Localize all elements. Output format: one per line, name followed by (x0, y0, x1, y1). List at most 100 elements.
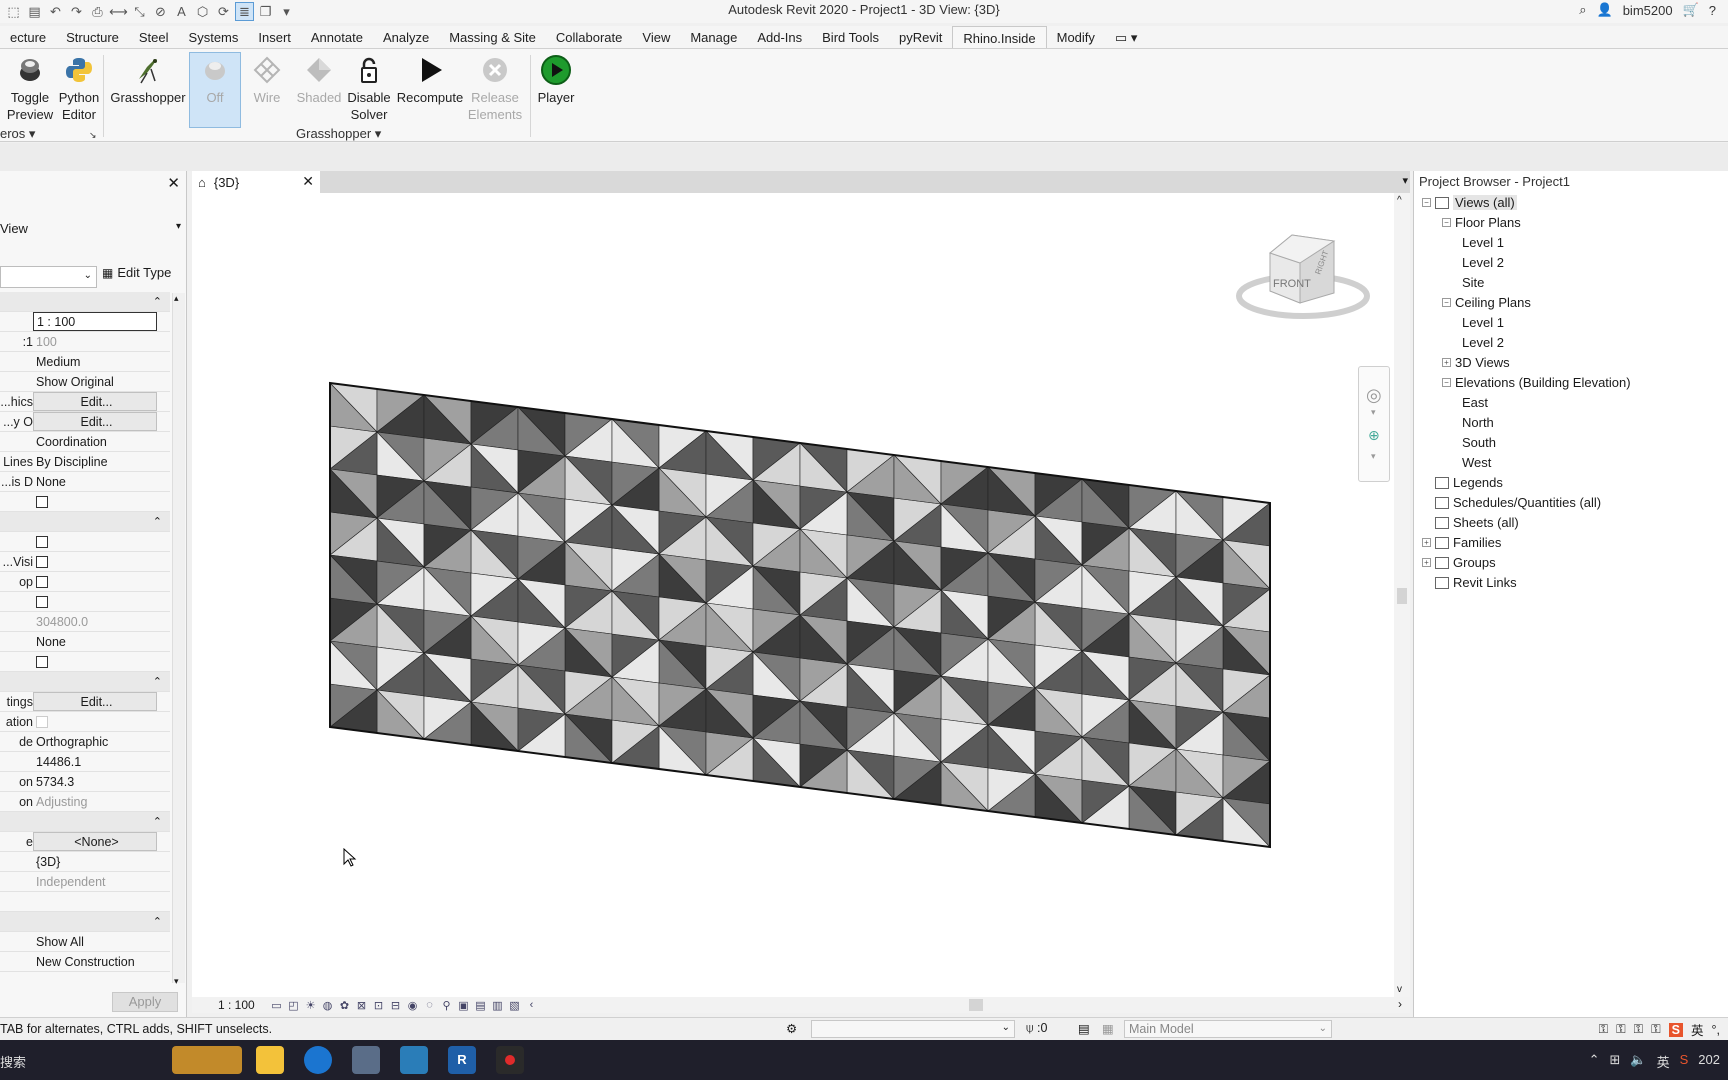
ribbon-tab-systems[interactable]: Systems (179, 26, 249, 48)
h-scroll-thumb[interactable] (969, 999, 983, 1011)
collapse-icon[interactable]: ⌃ (153, 295, 162, 308)
property-value[interactable]: Medium (33, 352, 157, 371)
property-value[interactable]: <None> (33, 832, 157, 851)
network-icon[interactable]: ⊞ (1610, 1052, 1621, 1071)
tree-node-groups[interactable]: + Groups (1422, 555, 1496, 570)
property-value[interactable]: Edit... (33, 392, 157, 411)
tree-node-floor-plans[interactable]: − Floor Plans (1442, 215, 1521, 230)
property-value[interactable]: None (33, 632, 157, 651)
ribbon-overflow-icon[interactable]: ▭ ▾ (1105, 26, 1147, 48)
active-model-dropdown[interactable]: Main Model ⌄ (1124, 1020, 1332, 1038)
properties-scrollbar[interactable]: ▴ ▾ (172, 293, 185, 986)
ribbon-tab-steel[interactable]: Steel (129, 26, 179, 48)
property-value[interactable] (33, 592, 157, 611)
property-value[interactable]: 100 (33, 332, 157, 351)
property-checkbox[interactable] (36, 655, 48, 668)
recorder-icon[interactable] (496, 1046, 524, 1074)
property-value[interactable]: None (33, 472, 157, 491)
ribbon-tab-structure[interactable]: Structure (56, 26, 129, 48)
steering-wheel-icon[interactable]: ◎ (1366, 385, 1382, 406)
navigation-bar[interactable]: ◎ ▾ ⊕ ▾ (1358, 366, 1390, 482)
tree-node-east[interactable]: East (1462, 395, 1488, 410)
property-checkbox[interactable] (36, 715, 48, 728)
temp-hide-icon[interactable]: ◉ (404, 999, 421, 1012)
scroll-left-icon[interactable]: ‹ (523, 999, 540, 1011)
property-value[interactable]: Coordination (33, 432, 157, 451)
select-links-icon[interactable]: ⚿ (1599, 1022, 1609, 1037)
username[interactable]: bim5200 (1623, 3, 1673, 18)
tree-node-level-2[interactable]: Level 2 (1462, 255, 1504, 270)
ribbon-tab-rhino-inside[interactable]: Rhino.Inside (952, 26, 1047, 48)
lock-view-icon[interactable]: ⊟ (387, 999, 404, 1012)
property-checkbox[interactable] (36, 555, 48, 568)
collapse-icon[interactable]: − (1442, 218, 1451, 227)
property-checkbox[interactable] (36, 495, 48, 508)
recompute-button[interactable]: Recompute (396, 53, 464, 106)
close-icon[interactable]: ✕ (302, 173, 314, 190)
property-value[interactable]: {3D} (33, 852, 157, 871)
sun-path-icon[interactable]: ☀ (302, 999, 319, 1012)
type-selector[interactable]: View ▾ (0, 213, 181, 243)
sogou-tray-icon[interactable]: S (1680, 1052, 1689, 1071)
zoom-icon[interactable]: ⊕ (1368, 427, 1380, 444)
expand-icon[interactable]: + (1422, 558, 1431, 567)
workset-dropdown[interactable]: ⌄ (811, 1020, 1015, 1038)
select-underlay-icon[interactable]: ⚿ (1616, 1022, 1626, 1037)
select-pinned-icon[interactable]: ⚿ (1634, 1022, 1644, 1037)
ime-punct-icon[interactable]: °, (1712, 1023, 1720, 1037)
app-icon[interactable] (352, 1046, 380, 1074)
property-value[interactable] (33, 712, 157, 731)
ribbon-tab-collaborate[interactable]: Collaborate (546, 26, 633, 48)
tree-node-level-1[interactable]: Level 1 (1462, 235, 1504, 250)
cart-icon[interactable]: 🛒 (1683, 2, 1699, 18)
property-value[interactable]: 304800.0 (33, 612, 157, 631)
ribbon-tab-add-ins[interactable]: Add-Ins (747, 26, 812, 48)
qq-icon[interactable] (400, 1046, 428, 1074)
ime-mode[interactable]: 英 (1691, 1020, 1704, 1039)
property-value[interactable]: By Discipline (33, 452, 157, 471)
ribbon-tab-view[interactable]: View (632, 26, 680, 48)
ribbon-tab-analyze[interactable]: Analyze (373, 26, 439, 48)
viewcube[interactable]: FRONT RIGHT (192, 193, 1410, 997)
collapse-icon[interactable]: ⌃ (153, 675, 162, 688)
tree-node-sheets-all[interactable]: Sheets (all) (1422, 515, 1519, 530)
property-value[interactable] (33, 652, 157, 671)
collapse-icon[interactable]: − (1442, 378, 1451, 387)
chevron-up-icon[interactable]: ⌃ (1589, 1052, 1600, 1071)
scroll-up-icon[interactable]: ^ (1397, 195, 1402, 206)
property-value[interactable]: Edit... (33, 692, 157, 711)
highlight-icon[interactable]: ▤ (472, 999, 489, 1012)
ribbon-tab-massing-site[interactable]: Massing & Site (439, 26, 546, 48)
ribbon-tab-ecture[interactable]: ecture (0, 26, 56, 48)
reveal-hidden-icon[interactable]: ◌ (421, 999, 438, 1011)
constraints-icon[interactable]: ▧ (506, 999, 523, 1012)
user-icon[interactable]: 👤 (1597, 2, 1613, 18)
property-value[interactable] (33, 572, 157, 591)
visual-style-icon[interactable]: ◰ (285, 999, 302, 1012)
property-value[interactable] (33, 532, 157, 551)
help-icon[interactable]: ? (1709, 3, 1716, 18)
edge-browser-icon[interactable] (304, 1046, 332, 1074)
tree-node-ceiling-plans[interactable]: − Ceiling Plans (1442, 295, 1531, 310)
shadows-icon[interactable]: ◍ (319, 999, 336, 1012)
scroll-up-icon[interactable]: ▴ (174, 293, 179, 304)
property-value[interactable]: 5734.3 (33, 772, 157, 791)
property-value[interactable] (33, 892, 157, 911)
ribbon-tab-bird-tools[interactable]: Bird Tools (812, 26, 889, 48)
panel-label-left[interactable]: eros ▾ ↘ (0, 126, 97, 142)
clock[interactable]: 202 (1698, 1052, 1720, 1071)
collapse-icon[interactable]: ⌃ (153, 815, 162, 828)
collapse-icon[interactable]: − (1442, 298, 1451, 307)
render-icon[interactable]: ✿ (336, 999, 353, 1012)
tray-ime[interactable]: 英 (1657, 1052, 1670, 1071)
chevron-down-icon[interactable]: ▾ (1371, 407, 1376, 418)
tree-node-level-2[interactable]: Level 2 (1462, 335, 1504, 350)
scroll-down-icon[interactable]: ▾ (174, 976, 179, 987)
property-value[interactable]: Show Original (33, 372, 157, 391)
tree-node-north[interactable]: North (1462, 415, 1494, 430)
edit-type-button[interactable]: ▦ Edit Type (102, 265, 171, 280)
property-checkbox[interactable] (36, 535, 48, 548)
ribbon-tab-modify[interactable]: Modify (1047, 26, 1105, 48)
tree-node-families[interactable]: + Families (1422, 535, 1501, 550)
design-options-icon[interactable]: ▦ (1102, 1021, 1114, 1036)
